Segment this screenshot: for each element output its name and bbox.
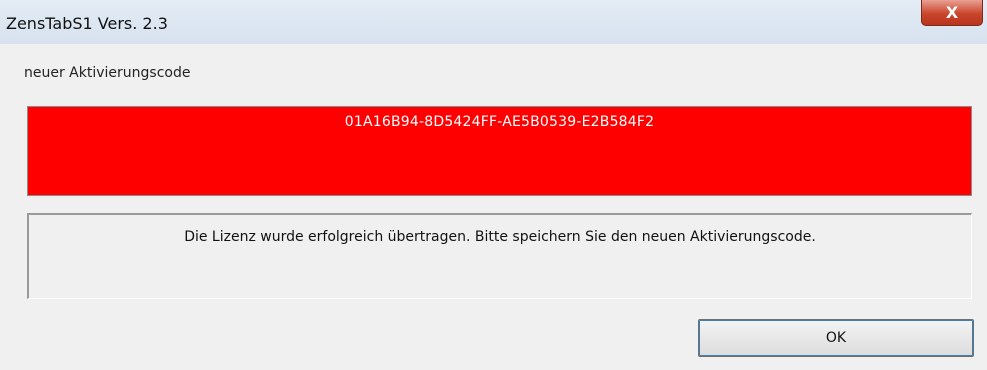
window-title: ZensTabS1 Vers. 2.3 [6,14,168,33]
activation-code-label: neuer Aktivierungscode [24,65,191,81]
message-box: Die Lizenz wurde erfolgreich übertragen.… [27,213,972,299]
title-bar[interactable]: ZensTabS1 Vers. 2.3 X [0,0,987,44]
close-icon: X [945,2,959,22]
dialog-window: ZensTabS1 Vers. 2.3 X neuer Aktivierungs… [0,0,987,370]
status-message: Die Lizenz wurde erfolgreich übertragen.… [184,229,816,245]
close-button[interactable]: X [921,0,983,26]
activation-code-value: 01A16B94-8D5424FF-AE5B0539-E2B584F2 [344,114,655,130]
ok-button[interactable]: OK [698,319,974,357]
activation-code-field[interactable]: 01A16B94-8D5424FF-AE5B0539-E2B584F2 [27,106,972,196]
